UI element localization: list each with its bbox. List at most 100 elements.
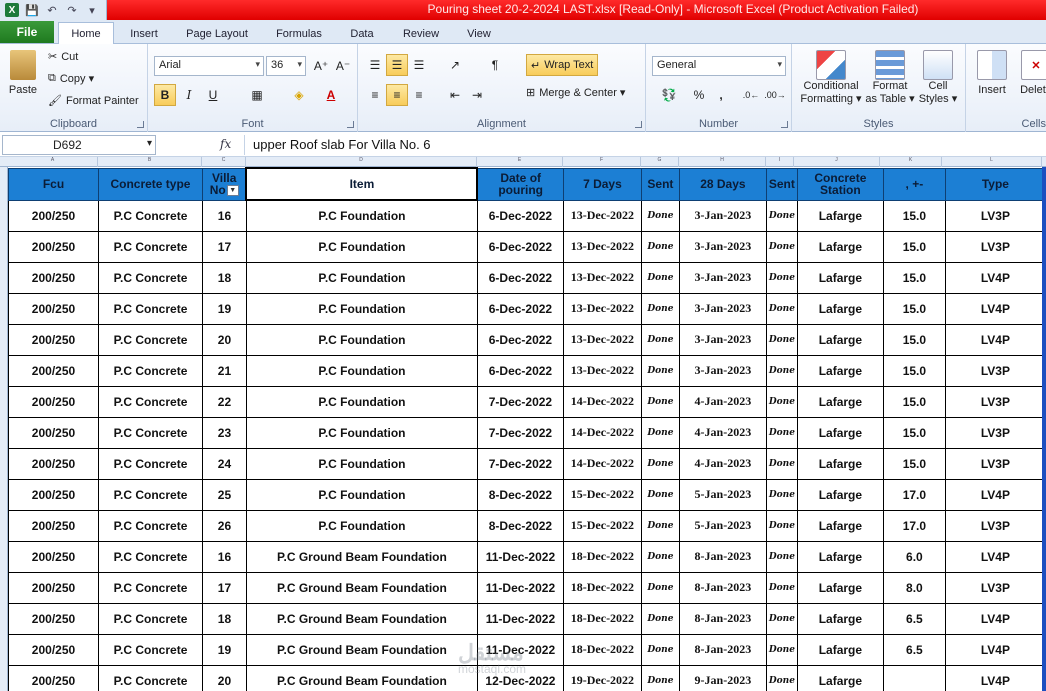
cell-type[interactable]: LV3P [944,571,1046,604]
column-header-j[interactable]: J [794,157,880,167]
cell-villa-no[interactable]: 17 [201,230,247,263]
align-left-icon[interactable]: ≡ [364,84,386,106]
cell-date-of-pouring[interactable]: 6-Dec-2022 [476,323,564,356]
cell-type[interactable]: LV3P [944,447,1046,480]
cell-villa-no[interactable]: 25 [201,478,247,511]
column-header-i[interactable]: I [766,157,794,167]
column-header-f[interactable]: F [563,157,641,167]
cell-28-days[interactable]: 3-Jan-2023 [678,292,767,325]
cell-concrete-type[interactable]: P.C Concrete [97,199,203,232]
cell-sent-28[interactable]: Done [765,447,798,480]
cell-28-days[interactable]: 5-Jan-2023 [678,478,767,511]
tab-formulas[interactable]: Formulas [268,24,330,44]
cell-villa-no[interactable]: 18 [201,261,247,294]
cell-concrete-station[interactable]: Lafarge [796,540,884,573]
cell-28-days[interactable]: 4-Jan-2023 [678,416,767,449]
cell-7-days[interactable]: 14-Dec-2022 [562,416,642,449]
cell-item[interactable]: P.C Ground Beam Foundation [245,602,478,635]
cell-villa-no[interactable]: 23 [201,416,247,449]
header-sent[interactable]: Sent [640,167,680,201]
cell-plus-minus[interactable]: 6.5 [882,602,946,635]
header-28-days[interactable]: 28 Days [678,167,767,201]
cell-type[interactable]: LV3P [944,509,1046,542]
align-center-icon[interactable]: ≡ [386,84,408,106]
cell-concrete-type[interactable]: P.C Concrete [97,292,203,325]
cell-type[interactable]: LV4P [944,292,1046,325]
cell-7-days[interactable]: 13-Dec-2022 [562,261,642,294]
cell-sent-28[interactable]: Done [765,199,798,232]
cell-sent[interactable]: Done [640,385,680,418]
text-direction-icon[interactable]: ¶ [484,54,506,76]
customize-qat-icon[interactable]: ▾ [83,2,101,18]
cell-villa-no[interactable]: 16 [201,199,247,232]
header-7-days[interactable]: 7 Days [562,167,642,201]
cell-fcu[interactable]: 200/250 [8,447,99,480]
cell-concrete-station[interactable]: Lafarge [796,633,884,666]
tab-data[interactable]: Data [342,24,382,44]
cell-item[interactable]: P.C Foundation [245,447,478,480]
cell-28-days[interactable]: 3-Jan-2023 [678,261,767,294]
cell-item[interactable]: P.C Ground Beam Foundation [245,540,478,573]
increase-decimal-icon[interactable]: .0← [740,84,762,106]
delete-cells-button[interactable]: ✕ Delete [1016,50,1046,96]
align-top-icon[interactable]: ☰ [364,54,386,76]
cell-type[interactable]: LV3P [944,385,1046,418]
cell-concrete-type[interactable]: P.C Concrete [97,261,203,294]
cell-type[interactable]: LV4P [944,633,1046,666]
cell-fcu[interactable]: 200/250 [8,478,99,511]
cell-7-days[interactable]: 18-Dec-2022 [562,633,642,666]
formula-input[interactable]: upper Roof slab For Villa No. 6 [244,135,1044,155]
cell-plus-minus[interactable]: 17.0 [882,478,946,511]
cell-sent[interactable]: Done [640,509,680,542]
paste-button[interactable]: Paste [6,50,40,96]
cell-villa-no[interactable]: 19 [201,292,247,325]
fill-color-icon[interactable]: ◈ [288,84,310,106]
format-as-table-button[interactable]: Format as Table ▾ [865,50,915,106]
cell-28-days[interactable]: 5-Jan-2023 [678,509,767,542]
cell-28-days[interactable]: 9-Jan-2023 [678,664,767,691]
cell-type[interactable]: LV4P [944,478,1046,511]
cell-plus-minus[interactable]: 6.0 [882,540,946,573]
cell-sent[interactable]: Done [640,602,680,635]
cell-villa-no[interactable]: 26 [201,509,247,542]
increase-indent-icon[interactable]: ⇥ [466,84,488,106]
cell-sent[interactable]: Done [640,261,680,294]
cell-date-of-pouring[interactable]: 7-Dec-2022 [476,416,564,449]
cell-concrete-station[interactable]: Lafarge [796,571,884,604]
font-name-select[interactable]: Arial [154,56,264,76]
cell-sent-28[interactable]: Done [765,230,798,263]
italic-button[interactable]: I [178,84,200,106]
cell-plus-minus[interactable]: 15.0 [882,416,946,449]
clipboard-launcher-icon[interactable] [137,121,144,128]
number-format-select[interactable]: General [652,56,786,76]
cell-concrete-station[interactable]: Lafarge [796,385,884,418]
cell-fcu[interactable]: 200/250 [8,571,99,604]
cell-7-days[interactable]: 15-Dec-2022 [562,478,642,511]
cell-concrete-station[interactable]: Lafarge [796,664,884,691]
cell-fcu[interactable]: 200/250 [8,199,99,232]
cell-concrete-station[interactable]: Lafarge [796,602,884,635]
cell-7-days[interactable]: 13-Dec-2022 [562,292,642,325]
cell-villa-no[interactable]: 24 [201,447,247,480]
excel-app-icon[interactable]: X [3,2,21,18]
column-header-b[interactable]: B [98,157,202,167]
cell-concrete-type[interactable]: P.C Concrete [97,354,203,387]
cell-plus-minus[interactable]: 15.0 [882,199,946,232]
cell-fcu[interactable]: 200/250 [8,292,99,325]
cell-concrete-type[interactable]: P.C Concrete [97,230,203,263]
cell-7-days[interactable]: 15-Dec-2022 [562,509,642,542]
cell-28-days[interactable]: 4-Jan-2023 [678,385,767,418]
cell-28-days[interactable]: 4-Jan-2023 [678,447,767,480]
cell-fcu[interactable]: 200/250 [8,602,99,635]
cell-plus-minus[interactable] [882,664,946,691]
cell-sent[interactable]: Done [640,354,680,387]
cell-type[interactable]: LV3P [944,416,1046,449]
cell-date-of-pouring[interactable]: 6-Dec-2022 [476,292,564,325]
cell-sent-28[interactable]: Done [765,602,798,635]
cell-date-of-pouring[interactable]: 8-Dec-2022 [476,509,564,542]
cell-concrete-type[interactable]: P.C Concrete [97,571,203,604]
cell-villa-no[interactable]: 20 [201,323,247,356]
cell-type[interactable]: LV3P [944,199,1046,232]
cell-item[interactable]: P.C Foundation [245,478,478,511]
tab-page-layout[interactable]: Page Layout [178,24,256,44]
